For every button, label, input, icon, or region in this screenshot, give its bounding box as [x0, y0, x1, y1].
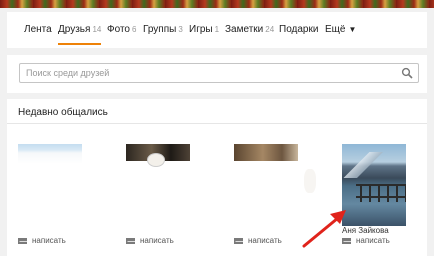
write-message-link[interactable]: написать: [126, 236, 174, 245]
search-box: [19, 63, 419, 83]
nav-item-feed[interactable]: Лента: [24, 24, 52, 35]
header-banner: [0, 0, 434, 8]
recent-friends-panel: Недавно общались написать написать напис…: [7, 99, 427, 256]
nav-label: Друзья: [58, 24, 91, 35]
photo-content: [234, 144, 298, 161]
nav-item-groups[interactable]: Группы 3: [143, 24, 183, 35]
nav-label: Группы: [143, 24, 177, 35]
friend-photo[interactable]: [234, 144, 316, 226]
write-message-label: написать: [140, 236, 174, 245]
divider: [7, 123, 427, 124]
write-message-link[interactable]: написать: [18, 236, 66, 245]
write-message-label: написать: [248, 236, 282, 245]
nav-count: 6: [131, 25, 137, 34]
nav-label: Лента: [24, 24, 52, 35]
red-arrow-annotation: [302, 210, 346, 248]
nav-count: 1: [214, 25, 220, 34]
nav-item-notes[interactable]: Заметки 24: [225, 24, 274, 35]
friend-photo[interactable]: [126, 144, 190, 226]
write-message-label: написать: [32, 236, 66, 245]
nav-item-more[interactable]: Ещё ▼: [325, 24, 356, 35]
search-input[interactable]: [26, 66, 386, 80]
write-message-link[interactable]: написать: [234, 236, 282, 245]
nav-item-gifts[interactable]: Подарки: [279, 24, 318, 35]
photo-content: [356, 184, 406, 198]
nav-label: Подарки: [279, 24, 319, 35]
friend-photo[interactable]: [342, 144, 406, 226]
nav-count: 14: [92, 25, 102, 34]
search-icon[interactable]: [401, 67, 413, 79]
photo-content: [342, 152, 406, 178]
nav-item-photos[interactable]: Фото 6: [107, 24, 136, 35]
nav-item-games[interactable]: Игры 1: [189, 24, 219, 35]
chevron-down-icon: ▼: [348, 25, 357, 34]
main-nav: Лента Друзья 14 Фото 6 Группы 3 Игры 1 Замет…: [7, 12, 427, 48]
envelope-icon: [18, 237, 27, 244]
nav-count: 24: [265, 25, 275, 34]
nav-item-friends[interactable]: Друзья 14: [58, 24, 102, 45]
section-title: Недавно общались: [18, 107, 108, 118]
nav-label: Ещё: [325, 24, 346, 35]
nav-label: Фото: [107, 24, 130, 35]
photo-content: [304, 169, 316, 193]
nav-label: Заметки: [225, 24, 264, 35]
nav-count: 3: [178, 25, 183, 34]
friend-photo[interactable]: [18, 144, 82, 226]
photo-content: [148, 154, 164, 166]
envelope-icon: [126, 237, 135, 244]
write-message-label: написать: [356, 236, 390, 245]
search-panel: [7, 55, 427, 93]
nav-label: Игры: [189, 24, 213, 35]
envelope-icon: [234, 237, 243, 244]
